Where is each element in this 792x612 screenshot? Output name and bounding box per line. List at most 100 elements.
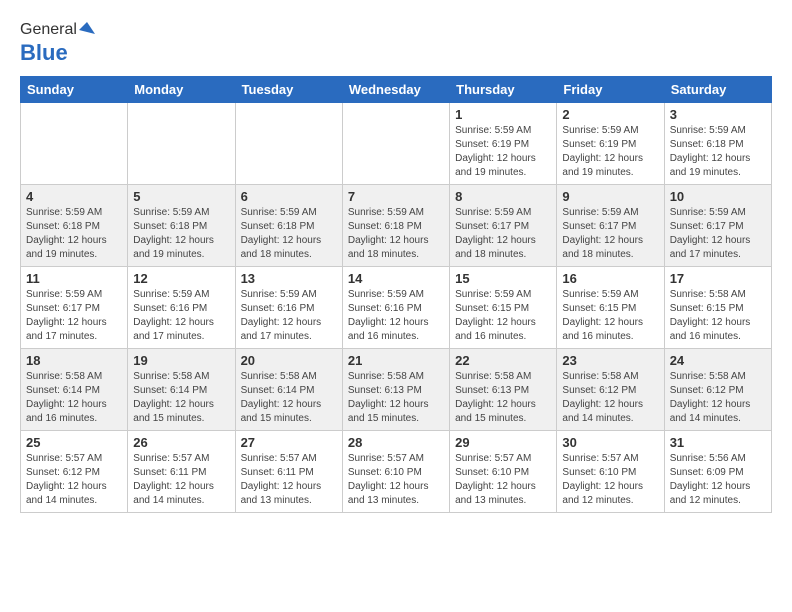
day-info: Sunrise: 5:58 AM Sunset: 6:13 PM Dayligh… [348,370,444,426]
calendar-day: 31Sunrise: 5:56 AM Sunset: 6:09 PM Dayli… [664,431,771,513]
day-header-wednesday: Wednesday [342,77,449,103]
day-number: 16 [562,271,658,286]
calendar-day: 26 Sunrise: 5:57 AM Sunset: 6:11 PM Dayli… [128,431,235,513]
calendar-day: 6 Sunrise: 5:59 AM Sunset: 6:18 PM Daylig… [235,185,342,267]
calendar-day: 10 Sunrise: 5:59 AM Sunset: 6:17 PM Dayli… [664,185,771,267]
day-number: 12 [133,271,229,286]
day-header-thursday: Thursday [450,77,557,103]
day-info: Sunrise: 5:59 AM Sunset: 6:16 PM Dayligh… [133,288,229,344]
day-info: Sunrise: 5:59 AM Sunset: 6:16 PM Dayligh… [241,288,337,344]
logo: General Blue [20,20,97,66]
day-header-tuesday: Tuesday [235,77,342,103]
calendar-day [342,103,449,185]
day-number: 26 [133,435,229,450]
day-number: 22 [455,353,551,368]
calendar-week-4: 18 Sunrise: 5:58 AM Sunset: 6:14 PM Dayli… [21,349,772,431]
day-number: 30 [562,435,658,450]
calendar-day: 14 Sunrise: 5:59 AM Sunset: 6:16 PM Dayli… [342,267,449,349]
day-number: 6 [241,189,337,204]
day-header-friday: Friday [557,77,664,103]
calendar-day: 29 Sunrise: 5:57 AM Sunset: 6:10 PM Dayli… [450,431,557,513]
calendar-day: 8 Sunrise: 5:59 AM Sunset: 6:17 PM Daylig… [450,185,557,267]
day-number: 7 [348,189,444,204]
day-number: 18 [26,353,122,368]
day-number: 24 [670,353,766,368]
calendar-day: 30 Sunrise: 5:57 AM Sunset: 6:10 PM Dayli… [557,431,664,513]
calendar-table: SundayMondayTuesdayWednesdayThursdayFrid… [20,76,772,513]
day-header-monday: Monday [128,77,235,103]
calendar-day: 17Sunrise: 5:58 AM Sunset: 6:15 PM Dayli… [664,267,771,349]
calendar-header-row: SundayMondayTuesdayWednesdayThursdayFrid… [21,77,772,103]
day-info: Sunrise: 5:59 AM Sunset: 6:15 PM Dayligh… [562,288,658,344]
day-number: 19 [133,353,229,368]
day-info: Sunrise: 5:59 AM Sunset: 6:16 PM Dayligh… [348,288,444,344]
day-number: 3 [670,107,766,122]
day-info: Sunrise: 5:59 AM Sunset: 6:17 PM Dayligh… [26,288,122,344]
day-info: Sunrise: 5:59 AM Sunset: 6:18 PM Dayligh… [241,206,337,262]
calendar-day: 18 Sunrise: 5:58 AM Sunset: 6:14 PM Dayli… [21,349,128,431]
day-info: Sunrise: 5:58 AM Sunset: 6:12 PM Dayligh… [670,370,766,426]
day-number: 1 [455,107,551,122]
day-number: 8 [455,189,551,204]
day-info: Sunrise: 5:58 AM Sunset: 6:12 PM Dayligh… [562,370,658,426]
day-number: 5 [133,189,229,204]
calendar-day: 28 Sunrise: 5:57 AM Sunset: 6:10 PM Dayli… [342,431,449,513]
calendar-week-2: 4 Sunrise: 5:59 AM Sunset: 6:18 PM Daylig… [21,185,772,267]
day-info: Sunrise: 5:59 AM Sunset: 6:15 PM Dayligh… [455,288,551,344]
calendar-day: 15 Sunrise: 5:59 AM Sunset: 6:15 PM Dayli… [450,267,557,349]
day-info: Sunrise: 5:58 AM Sunset: 6:14 PM Dayligh… [241,370,337,426]
calendar-day: 3Sunrise: 5:59 AM Sunset: 6:18 PM Daylig… [664,103,771,185]
day-info: Sunrise: 5:59 AM Sunset: 6:19 PM Dayligh… [455,124,551,180]
day-number: 11 [26,271,122,286]
calendar-week-1: 1 Sunrise: 5:59 AM Sunset: 6:19 PM Daylig… [21,103,772,185]
day-info: Sunrise: 5:58 AM Sunset: 6:15 PM Dayligh… [670,288,766,344]
calendar-day [21,103,128,185]
day-number: 15 [455,271,551,286]
day-number: 14 [348,271,444,286]
calendar-day [128,103,235,185]
calendar-day: 24 Sunrise: 5:58 AM Sunset: 6:12 PM Dayli… [664,349,771,431]
calendar-day: 5 Sunrise: 5:59 AM Sunset: 6:18 PM Daylig… [128,185,235,267]
calendar-day: 27Sunrise: 5:57 AM Sunset: 6:11 PM Dayli… [235,431,342,513]
day-number: 31 [670,435,766,450]
day-header-sunday: Sunday [21,77,128,103]
calendar-day: 21Sunrise: 5:58 AM Sunset: 6:13 PM Dayli… [342,349,449,431]
day-number: 4 [26,189,122,204]
logo-bird-icon [77,20,97,40]
day-info: Sunrise: 5:58 AM Sunset: 6:13 PM Dayligh… [455,370,551,426]
day-info: Sunrise: 5:58 AM Sunset: 6:14 PM Dayligh… [26,370,122,426]
day-info: Sunrise: 5:59 AM Sunset: 6:17 PM Dayligh… [670,206,766,262]
day-number: 10 [670,189,766,204]
calendar-day: 13Sunrise: 5:59 AM Sunset: 6:16 PM Dayli… [235,267,342,349]
day-info: Sunrise: 5:59 AM Sunset: 6:18 PM Dayligh… [133,206,229,262]
day-number: 29 [455,435,551,450]
calendar-day: 25Sunrise: 5:57 AM Sunset: 6:12 PM Dayli… [21,431,128,513]
calendar-day: 20 Sunrise: 5:58 AM Sunset: 6:14 PM Dayli… [235,349,342,431]
calendar-week-5: 25Sunrise: 5:57 AM Sunset: 6:12 PM Dayli… [21,431,772,513]
day-info: Sunrise: 5:57 AM Sunset: 6:11 PM Dayligh… [133,452,229,508]
day-info: Sunrise: 5:57 AM Sunset: 6:10 PM Dayligh… [562,452,658,508]
calendar-day: 2Sunrise: 5:59 AM Sunset: 6:19 PM Daylig… [557,103,664,185]
day-number: 20 [241,353,337,368]
day-number: 2 [562,107,658,122]
day-number: 23 [562,353,658,368]
day-info: Sunrise: 5:59 AM Sunset: 6:18 PM Dayligh… [348,206,444,262]
calendar-day [235,103,342,185]
day-number: 28 [348,435,444,450]
day-info: Sunrise: 5:59 AM Sunset: 6:17 PM Dayligh… [562,206,658,262]
calendar-day: 1 Sunrise: 5:59 AM Sunset: 6:19 PM Daylig… [450,103,557,185]
day-info: Sunrise: 5:57 AM Sunset: 6:10 PM Dayligh… [348,452,444,508]
calendar-day: 16 Sunrise: 5:59 AM Sunset: 6:15 PM Dayli… [557,267,664,349]
calendar-day: 9 Sunrise: 5:59 AM Sunset: 6:17 PM Daylig… [557,185,664,267]
calendar-day: 12 Sunrise: 5:59 AM Sunset: 6:16 PM Dayli… [128,267,235,349]
day-header-saturday: Saturday [664,77,771,103]
day-info: Sunrise: 5:57 AM Sunset: 6:10 PM Dayligh… [455,452,551,508]
day-info: Sunrise: 5:57 AM Sunset: 6:11 PM Dayligh… [241,452,337,508]
calendar-day: 23 Sunrise: 5:58 AM Sunset: 6:12 PM Dayli… [557,349,664,431]
calendar-day: 11 Sunrise: 5:59 AM Sunset: 6:17 PM Dayli… [21,267,128,349]
day-number: 9 [562,189,658,204]
day-info: Sunrise: 5:59 AM Sunset: 6:17 PM Dayligh… [455,206,551,262]
calendar-day: 19Sunrise: 5:58 AM Sunset: 6:14 PM Dayli… [128,349,235,431]
calendar-week-3: 11 Sunrise: 5:59 AM Sunset: 6:17 PM Dayli… [21,267,772,349]
page-header: General Blue [20,20,772,66]
